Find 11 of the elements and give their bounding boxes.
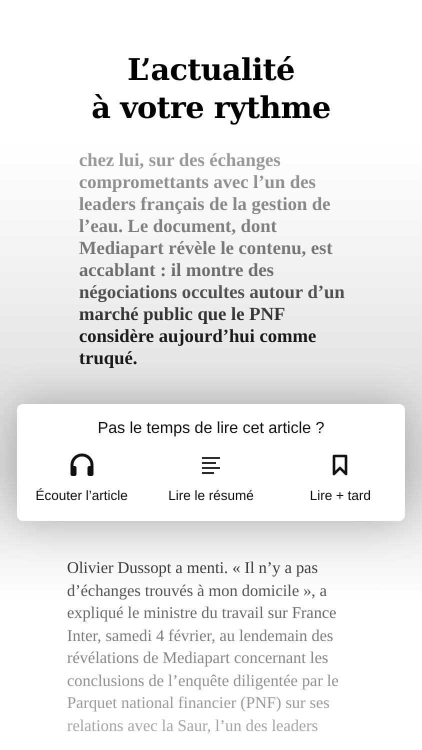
summary-button[interactable]: Lire le résumé [146, 452, 276, 503]
listen-button[interactable]: Écouter l’article [17, 452, 146, 503]
headline: à votre rythme [91, 90, 331, 128]
text-lines-icon [200, 456, 221, 474]
save-button[interactable]: Lire + tard [276, 452, 405, 503]
headphones-icon [68, 453, 95, 477]
headline: L’actualité [127, 52, 295, 90]
card-title: Pas le temps de lire cet article ? [98, 420, 324, 438]
article-body: Olivier Dussopt a menti. « Il n’y a pas d’échanges trouvés à mon domicile », a expliqué le ministre du travail sur France Inter, samedi 4 février, au lendemain des révélations de Mediapart concernant les conclusions de l’enquête diligentée par le Parquet national financier (PNF) sur ses relations avec la Saur, l’un des leaders [67, 557, 340, 736]
bookmark-icon [332, 454, 348, 476]
article-excerpt: chez lui, sur des échanges compromettants avec l’un des leaders français de la gestion de l’eau. Le document, dont Mediapart révèle le contenu, est accablant : il montre des négociations occultes autour d’un marché public que le PNF considère aujourd’hui comme truqué. [79, 150, 346, 370]
